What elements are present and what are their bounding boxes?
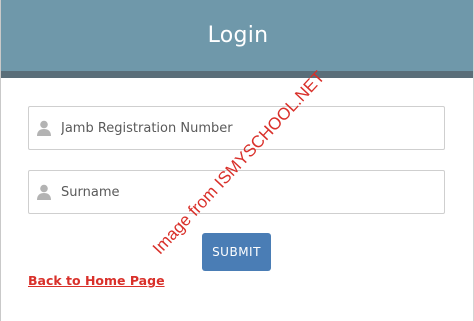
surname-input[interactable] [61, 184, 444, 200]
user-icon [37, 120, 51, 136]
header-divider [1, 71, 473, 78]
page-title: Login [207, 23, 269, 48]
watermark: Image from ISMYSCHOOL.NET [148, 67, 329, 258]
submit-button[interactable]: SUBMIT [202, 233, 271, 271]
back-to-home-link[interactable]: Back to Home Page [28, 273, 165, 288]
user-icon [37, 184, 51, 200]
login-page: Login SUBMIT Back to Home Page Image fro… [0, 0, 474, 321]
surname-field[interactable] [28, 170, 445, 214]
registration-number-field[interactable] [28, 106, 445, 150]
registration-number-input[interactable] [61, 120, 444, 136]
login-header: Login [1, 0, 473, 71]
